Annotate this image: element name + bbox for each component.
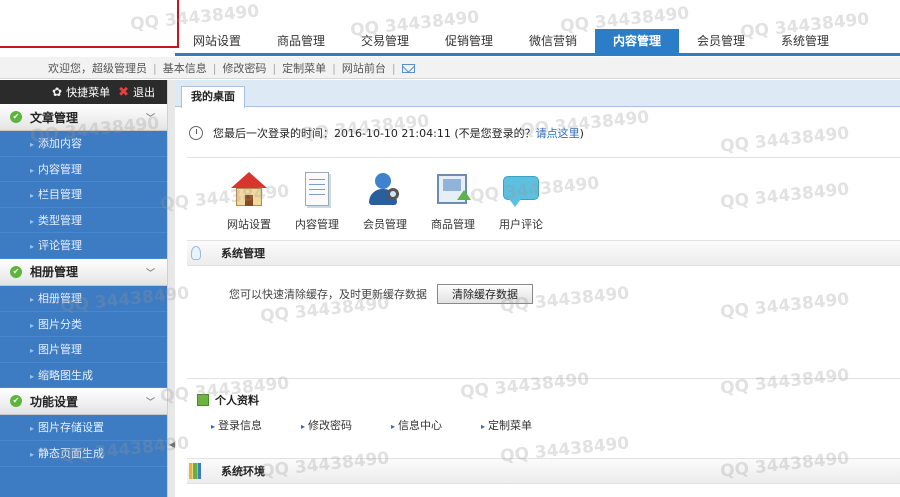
sidebar-item-thumbnail[interactable]: 缩略图生成 (0, 363, 167, 389)
shortcut-label: 内容管理 (295, 218, 339, 231)
sidebar-section-album[interactable]: ✔ 相册管理 ﹀ (0, 258, 167, 286)
nav-underline (175, 53, 900, 56)
nav-tab-system[interactable]: 系统管理 (763, 29, 847, 54)
nav-tab-site-settings[interactable]: 网站设置 (175, 29, 259, 54)
sidebar-top-bar: ✿ 快捷菜单 ✖ 退出 (0, 80, 167, 104)
check-icon: ✔ (10, 395, 22, 408)
check-icon: ✔ (10, 111, 22, 123)
clock-icon (189, 126, 203, 140)
section-title: 功能设置 (30, 394, 79, 409)
nav-tab-wechat[interactable]: 微信营销 (511, 29, 595, 54)
sidebar-item-image-category[interactable]: 图片分类 (0, 312, 167, 338)
chevron-down-icon: ﹀ (145, 398, 155, 409)
close-icon: ✖ (118, 84, 129, 100)
sidebar-item-column-manage[interactable]: 栏目管理 (0, 182, 167, 208)
custom-menu-link[interactable]: 定制菜单 (481, 417, 571, 433)
sidebar-item-static-page[interactable]: 静态页面生成 (0, 441, 167, 467)
lightbulb-icon (191, 246, 201, 260)
sidebar-item-add-content[interactable]: 添加内容 (0, 131, 167, 157)
basic-info-link[interactable]: 基本信息 (157, 60, 213, 76)
separator: | (391, 61, 396, 75)
shortcut-label: 商品管理 (431, 218, 475, 231)
clear-cache-button[interactable]: 清除缓存数据 (437, 284, 533, 304)
main-nav: 网站设置 商品管理 交易管理 促销管理 微信营销 内容管理 会员管理 系统管理 (175, 29, 847, 54)
shortcut-user-comments[interactable]: 用户评论 (487, 170, 555, 232)
document-icon (297, 170, 337, 210)
last-login-info: 您最后一次登录的时间：2016-10-10 21:04:11 (不是您登录的？请… (189, 123, 584, 143)
sidebar-item-image-manage[interactable]: 图片管理 (0, 337, 167, 363)
login-info-link[interactable]: 登录信息 (211, 417, 301, 433)
chevron-down-icon: ﹀ (145, 268, 155, 279)
check-icon: ✔ (10, 265, 22, 278)
shortcut-label: 会员管理 (363, 218, 407, 231)
divider (187, 157, 900, 158)
bar-chart-icon (189, 463, 201, 479)
shortcut-label: 用户评论 (499, 218, 543, 231)
sidebar-section-function[interactable]: ✔ 功能设置 ﹀ (0, 388, 167, 416)
tab-my-desktop[interactable]: 我的桌面 (181, 86, 245, 108)
divider (187, 378, 900, 379)
section-title: 系统管理 (221, 247, 265, 260)
sidebar-item-type-manage[interactable]: 类型管理 (0, 208, 167, 234)
quick-menu-label: 快捷菜单 (66, 86, 111, 99)
system-manage-header: 系统管理 (187, 240, 900, 266)
shortcut-label: 网站设置 (227, 218, 271, 231)
nav-tab-trade[interactable]: 交易管理 (343, 29, 427, 54)
section-title: 个人资料 (215, 394, 259, 407)
login-suffix: ) (579, 126, 584, 140)
nav-tab-content[interactable]: 内容管理 (595, 29, 679, 54)
user-search-icon (365, 170, 405, 210)
system-env-header: 系统环境 (187, 458, 900, 484)
change-password-link[interactable]: 修改密码 (301, 417, 391, 433)
gear-icon: ✿ (52, 85, 63, 99)
sidebar-item-image-storage[interactable]: 图片存储设置 (0, 415, 167, 441)
cache-row: 您可以快速清除缓存，及时更新缓存数据 清除缓存数据 (229, 284, 533, 304)
main-content: 我的桌面 您最后一次登录的时间：2016-10-10 21:04:11 (不是您… (175, 80, 900, 497)
nav-tab-promotion[interactable]: 促销管理 (427, 29, 511, 54)
change-password-link[interactable]: 修改密码 (216, 60, 272, 76)
nav-tab-goods[interactable]: 商品管理 (259, 29, 343, 54)
profile-icon (197, 394, 209, 406)
sidebar-item-album-manage[interactable]: 相册管理 (0, 286, 167, 312)
quick-menu-button[interactable]: ✿ 快捷菜单 (52, 84, 110, 100)
profile-links: 登录信息 修改密码 信息中心 定制菜单 (211, 417, 571, 433)
not-me-link[interactable]: 请点这里 (536, 125, 580, 141)
goods-icon (433, 170, 473, 210)
mail-icon[interactable] (401, 63, 415, 73)
sidebar: ✿快捷菜单 ✖ 退出 ✔ 文章管理 ﹀ 添加内容 内容管理 栏目管理 类型管理 评论管… (0, 80, 167, 497)
welcome-text: 欢迎您，超级管理员 (48, 62, 147, 75)
frontend-link[interactable]: 网站前台 (336, 60, 392, 76)
custom-menu-link[interactable]: 定制菜单 (276, 60, 332, 76)
sidebar-item-comment-manage[interactable]: 评论管理 (0, 233, 167, 259)
house-icon (229, 170, 269, 210)
profile-header: 个人资料 (197, 392, 259, 408)
sidebar-section-article[interactable]: ✔ 文章管理 ﹀ (0, 104, 167, 131)
shortcut-member-manage[interactable]: 会员管理 (351, 170, 419, 232)
sidebar-item-content-manage[interactable]: 内容管理 (0, 157, 167, 183)
comment-bubble-icon (501, 170, 541, 210)
exit-button[interactable]: ✖ 退出 (118, 84, 155, 100)
section-title: 文章管理 (30, 110, 79, 125)
content-tabbar: 我的桌面 (175, 80, 900, 108)
nav-tab-members[interactable]: 会员管理 (679, 29, 763, 54)
exit-label: 退出 (133, 86, 155, 99)
section-title: 系统环境 (221, 465, 265, 478)
chevron-down-icon: ﹀ (145, 114, 155, 124)
cache-text: 您可以快速清除缓存，及时更新缓存数据 (229, 288, 427, 301)
last-login-text: 您最后一次登录的时间：2016-10-10 21:04:11 (不是您登录的？ (213, 127, 536, 140)
info-center-link[interactable]: 信息中心 (391, 417, 481, 433)
shortcut-panel: 网站设置 内容管理 会员管理 商品管理 用户评论 (215, 170, 555, 232)
sidebar-splitter[interactable]: ◀ (167, 80, 175, 497)
shortcut-content-manage[interactable]: 内容管理 (283, 170, 351, 232)
shortcut-site-settings[interactable]: 网站设置 (215, 170, 283, 232)
shortcut-goods-manage[interactable]: 商品管理 (419, 170, 487, 232)
section-title: 相册管理 (30, 265, 79, 280)
logo-area (0, 0, 179, 48)
sub-toolbar: 欢迎您，超级管理员 | 基本信息 | 修改密码 | 定制菜单 | 网站前台 | (0, 57, 900, 79)
top-header: 网站设置 商品管理 交易管理 促销管理 微信营销 内容管理 会员管理 系统管理 (0, 0, 900, 57)
